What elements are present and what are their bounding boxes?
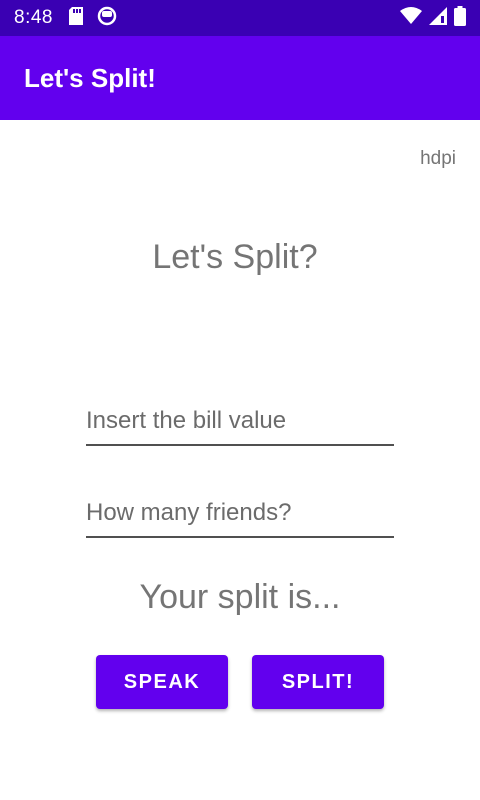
battery-icon xyxy=(454,5,466,31)
cell-signal-icon xyxy=(428,6,448,31)
app-bar: Let's Split! xyxy=(0,36,480,120)
split-result-text: Your split is... xyxy=(139,578,341,616)
bill-value-input[interactable] xyxy=(86,402,394,446)
status-time: 8:48 xyxy=(14,7,53,28)
app-notification-icon xyxy=(97,6,117,31)
page-heading: Let's Split? xyxy=(152,238,318,276)
status-right-icons xyxy=(400,5,466,31)
sd-card-icon xyxy=(68,6,83,30)
status-left-icons xyxy=(68,6,117,31)
split-button[interactable]: SPLIT! xyxy=(252,655,384,709)
density-label: hdpi xyxy=(420,148,456,169)
app-title: Let's Split! xyxy=(24,62,156,93)
speak-button[interactable]: SPEAK xyxy=(96,655,228,709)
status-bar: 8:48 xyxy=(0,0,480,36)
friends-count-input[interactable] xyxy=(86,494,394,538)
wifi-icon xyxy=(400,6,422,30)
